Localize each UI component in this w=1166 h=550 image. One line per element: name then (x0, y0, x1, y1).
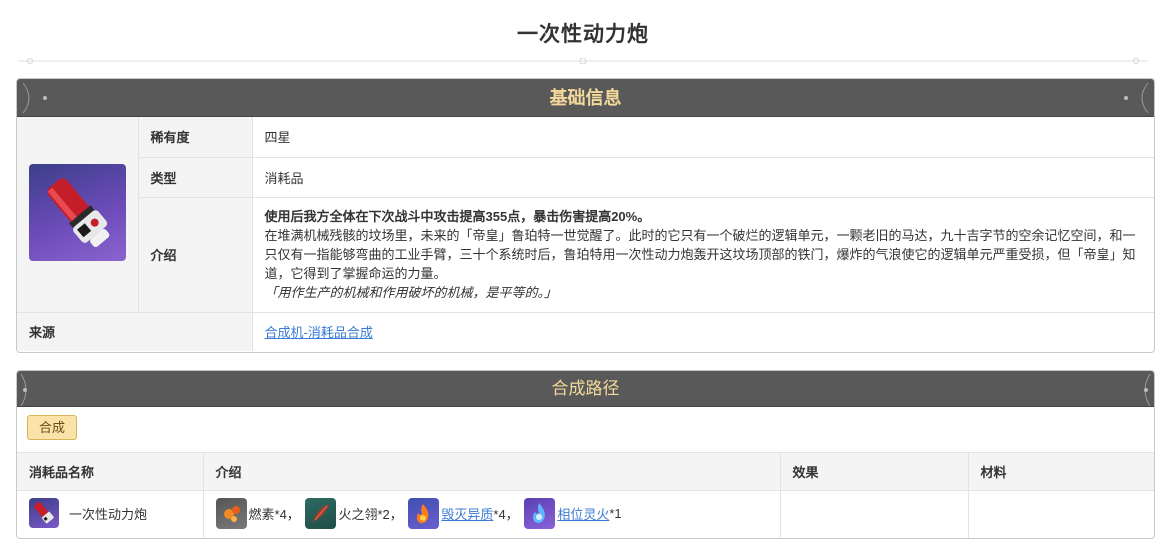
source-link[interactable]: 合成机-消耗品合成 (265, 325, 373, 340)
type-row: 类型 消耗品 (17, 157, 1154, 198)
material-item: 火之翎 *2， (305, 497, 403, 529)
recipe-header: 合成路径 (17, 371, 1154, 407)
phase-flame-icon[interactable] (524, 497, 556, 529)
title-divider (18, 58, 1148, 64)
materials-cell (968, 490, 1154, 538)
basic-info-header: 基础信息 (17, 79, 1154, 117)
material-link[interactable]: 毁灭异质 (441, 504, 493, 523)
col-intro: 介绍 (203, 453, 781, 491)
power-cannon-icon (47, 178, 110, 248)
col-materials: 材料 (968, 453, 1154, 491)
recipe-card: 合成路径 合成 消耗品名称 介绍 效果 材料 一次性动力炮 燃素 *4， 火之翎… (16, 370, 1155, 539)
intro-cell: 燃素 *4， 火之翎 *2， 毁灭异质 *4， 相位灵火 *1 (203, 490, 781, 538)
destruction-matter-icon[interactable] (408, 497, 440, 529)
material-link[interactable]: 相位灵火 (557, 504, 609, 523)
rarity-row: 稀有度 四星 (17, 117, 1154, 313)
basic-info-title: 基础信息 (549, 88, 622, 108)
intro-quote: 「用作生产的机械和作用破坏的机械，是平等的。」 (264, 285, 558, 300)
phlogiston-icon[interactable] (215, 497, 247, 529)
source-row: 来源 合成机-消耗品合成 (17, 312, 1154, 351)
basic-info-table: 稀有度 四星 类型 消耗品 介绍 使用后我方全体在下次战斗中攻击提高355点，暴… (17, 117, 1154, 351)
product-name: 一次性动力炮 (69, 506, 148, 522)
type-value: 消耗品 (252, 157, 1154, 198)
intro-label: 介绍 (138, 197, 253, 313)
material-name: 火之翎 (338, 506, 378, 522)
intro-value: 使用后我方全体在下次战斗中攻击提高355点，暴击伤害提高20%。 在堆满机械残骸… (252, 197, 1154, 313)
intro-effect: 使用后我方全体在下次战斗中攻击提高355点，暴击伤害提高20%。 (264, 209, 651, 224)
synthesis-tab[interactable]: 合成 (27, 415, 78, 440)
item-image-cell (17, 117, 139, 313)
material-qty: *1 (609, 505, 622, 521)
product-cell: 一次性动力炮 (17, 490, 204, 538)
header-ornament-left (22, 82, 47, 114)
recipe-table: 消耗品名称 介绍 效果 材料 一次性动力炮 燃素 *4， 火之翎 *2， 毁灭异… (17, 453, 1154, 538)
item-image (28, 164, 126, 262)
material-item: 毁灭异质 *4， (408, 497, 519, 529)
fire-feather-icon[interactable] (305, 497, 337, 529)
basic-info-card: 基础信息 稀有度 四星 类型 消耗品 介绍 使用后我方全体在下次战斗中攻击提高3… (16, 78, 1155, 353)
rarity-value: 四星 (252, 117, 1154, 158)
recipe-row: 一次性动力炮 燃素 *4， 火之翎 *2， 毁灭异质 *4， 相位灵火 *1 (17, 490, 1154, 538)
col-name: 消耗品名称 (17, 453, 204, 491)
material-name: 燃素 (248, 506, 275, 522)
rarity-label: 稀有度 (138, 117, 253, 158)
intro-row: 介绍 使用后我方全体在下次战斗中攻击提高355点，暴击伤害提高20%。 在堆满机… (17, 197, 1154, 313)
power-cannon-icon[interactable] (29, 498, 59, 529)
col-effect: 效果 (780, 453, 969, 491)
effect-cell (780, 490, 969, 538)
header-ornament-left (20, 373, 27, 407)
recipe-tag-row: 合成 (17, 407, 1154, 453)
material-item: 相位灵火 *1 (524, 497, 622, 529)
material-qty: *2， (377, 506, 403, 522)
page-title: 一次性动力炮 (517, 23, 649, 46)
material-item: 燃素 *4， (215, 497, 300, 529)
material-qty: *4， (274, 506, 300, 522)
header-ornament-right (1144, 373, 1151, 407)
intro-story: 在堆满机械残骸的坟场里，未来的「帝皇」鲁珀特一世觉醒了。此时的它只有一个破烂的逻… (264, 228, 1136, 281)
recipe-title: 合成路径 (551, 379, 620, 398)
type-label: 类型 (138, 157, 253, 198)
header-ornament-right (1124, 82, 1149, 114)
source-value-cell: 合成机-消耗品合成 (252, 312, 1154, 351)
recipe-header-row: 消耗品名称 介绍 效果 材料 (17, 453, 1154, 491)
material-qty: *4， (493, 506, 519, 522)
source-label: 来源 (17, 312, 253, 351)
